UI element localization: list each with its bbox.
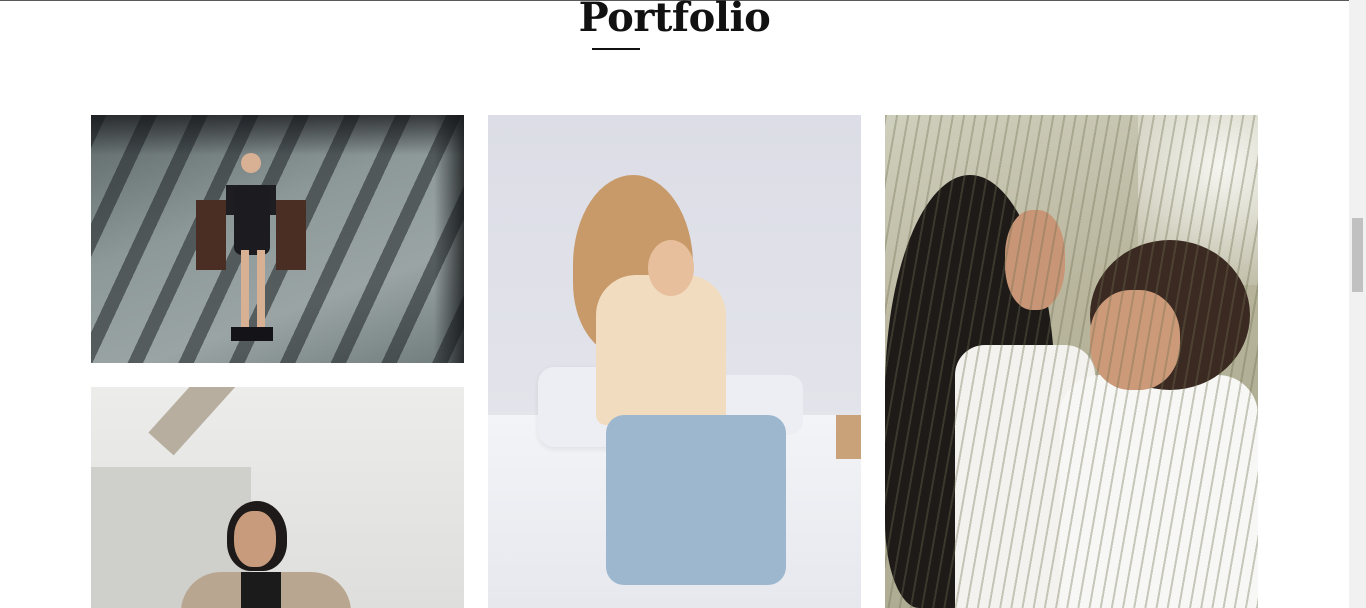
face xyxy=(234,511,276,567)
woman-on-chairs-figure xyxy=(196,153,306,341)
wooden-beam xyxy=(148,387,335,456)
scrollbar-track[interactable] xyxy=(1349,0,1366,608)
scrollbar-thumb[interactable] xyxy=(1352,218,1363,292)
page-title: Portfolio xyxy=(578,0,771,41)
jeans xyxy=(606,415,786,585)
grass-overlay xyxy=(885,115,1258,608)
nightstand xyxy=(836,415,861,459)
portfolio-image-4[interactable] xyxy=(91,387,464,608)
black-top xyxy=(241,572,281,608)
title-underline xyxy=(592,48,640,50)
face xyxy=(648,240,694,296)
portfolio-image-1[interactable] xyxy=(91,115,464,363)
portfolio-image-3[interactable] xyxy=(885,115,1258,608)
portfolio-image-2[interactable] xyxy=(488,115,861,608)
sweater xyxy=(596,275,726,425)
